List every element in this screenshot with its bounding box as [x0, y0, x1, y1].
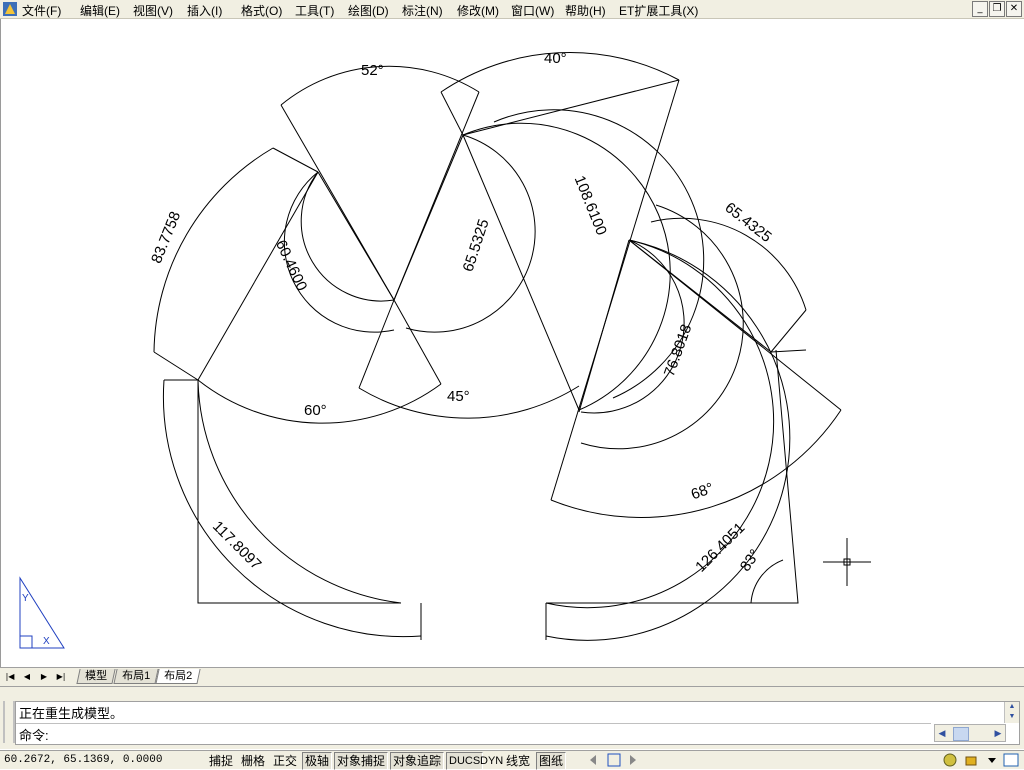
- next-tab-button[interactable]: ▶: [37, 670, 51, 683]
- ucs-icon: [19, 576, 65, 649]
- tab-layout1-label: 布局1: [122, 670, 151, 682]
- restore-button[interactable]: ❐: [989, 1, 1005, 17]
- menu-insert[interactable]: 插入(I): [187, 2, 222, 19]
- drawing-canvas[interactable]: 52° 40° 60° 45° 68° 83° 83.7758 60.4600 …: [0, 19, 1024, 667]
- outline-left: [197, 380, 401, 604]
- command-window-grip[interactable]: [3, 701, 15, 743]
- viewport-scroll-icon[interactable]: [588, 753, 638, 767]
- ucs-y-label: Y: [22, 593, 29, 604]
- menu-window[interactable]: 窗口(W): [511, 2, 554, 19]
- toggle-polar[interactable]: 极轴: [302, 752, 333, 770]
- command-vscroll-arrows-icon[interactable]: ▲ ▼: [1004, 702, 1019, 723]
- tab-model-label: 模型: [85, 670, 108, 682]
- scroll-thumb[interactable]: [953, 727, 969, 741]
- menu-help[interactable]: 帮助(H): [565, 2, 606, 19]
- toggle-dyn[interactable]: DYN: [477, 752, 506, 770]
- tab-layout2[interactable]: 布局2: [155, 669, 201, 684]
- toggle-paper[interactable]: 图纸: [536, 752, 567, 770]
- minimize-button[interactable]: _: [972, 1, 988, 17]
- scroll-left-arrow-icon[interactable]: ◀: [935, 725, 949, 741]
- previous-tab-button[interactable]: ◀: [20, 670, 34, 683]
- toggle-object-tracking[interactable]: 对象追踪: [390, 752, 445, 770]
- tab-layout1[interactable]: 布局1: [113, 669, 159, 684]
- menu-et-express-tools[interactable]: ET扩展工具(X): [619, 2, 698, 19]
- command-window: 正在重生成模型。 命令: ◀ ▶ ▲ ▼: [0, 686, 1024, 749]
- outline-right: [546, 349, 799, 604]
- first-tab-button[interactable]: |◀: [3, 670, 17, 683]
- menu-tools[interactable]: 工具(T): [295, 2, 334, 19]
- menu-view[interactable]: 视图(V): [133, 2, 173, 19]
- tray-icons[interactable]: [942, 752, 1022, 768]
- close-button[interactable]: ✕: [1006, 1, 1022, 17]
- toggle-snap[interactable]: 捕捉: [206, 752, 236, 770]
- toggle-ortho[interactable]: 正交: [270, 752, 300, 770]
- toggle-grid[interactable]: 栅格: [238, 752, 268, 770]
- menu-draw[interactable]: 绘图(D): [348, 2, 389, 19]
- menu-edit[interactable]: 编辑(E): [80, 2, 120, 19]
- command-text-area[interactable]: 正在重生成模型。 命令: ◀ ▶ ▲ ▼: [15, 701, 1020, 745]
- last-tab-button[interactable]: ▶|: [54, 670, 68, 683]
- angle-dimension-45: 45°: [447, 388, 470, 405]
- menu-modify[interactable]: 修改(M): [457, 2, 499, 19]
- layout-tab-bar: |◀ ◀ ▶ ▶| 模型 布局1 布局2: [0, 667, 1024, 686]
- tab-model[interactable]: 模型: [76, 669, 116, 684]
- status-bar: 60.2672, 65.1369, 0.0000 捕捉 栅格 正交 极轴 对象捕…: [0, 750, 1024, 770]
- menu-bar: 文件(F) 编辑(E) 视图(V) 插入(I) 格式(O) 工具(T) 绘图(D…: [0, 0, 1024, 19]
- command-prompt[interactable]: 命令:: [19, 725, 49, 744]
- command-hscrollbar[interactable]: ◀ ▶: [934, 724, 1006, 742]
- angle-dimension-52: 52°: [361, 62, 384, 79]
- drawing-geometry: [153, 51, 871, 641]
- scroll-right-arrow-icon[interactable]: ▶: [991, 725, 1005, 741]
- ucs-x-label: X: [43, 636, 50, 647]
- menu-format[interactable]: 格式(O): [241, 2, 282, 19]
- angle-dimension-60: 60°: [304, 402, 327, 419]
- tab-layout2-label: 布局2: [164, 670, 193, 682]
- autocad-app-icon[interactable]: [3, 2, 17, 16]
- toggle-object-snap[interactable]: 对象捕捉: [334, 752, 389, 770]
- angle-dimension-40: 40°: [544, 50, 567, 67]
- coordinate-readout[interactable]: 60.2672, 65.1369, 0.0000: [4, 754, 162, 766]
- command-history-line: 正在重生成模型。: [19, 706, 124, 721]
- menu-file[interactable]: 文件(F): [22, 2, 61, 19]
- toggle-lineweight[interactable]: 线宽: [503, 752, 533, 770]
- menu-dimension[interactable]: 标注(N): [402, 2, 443, 19]
